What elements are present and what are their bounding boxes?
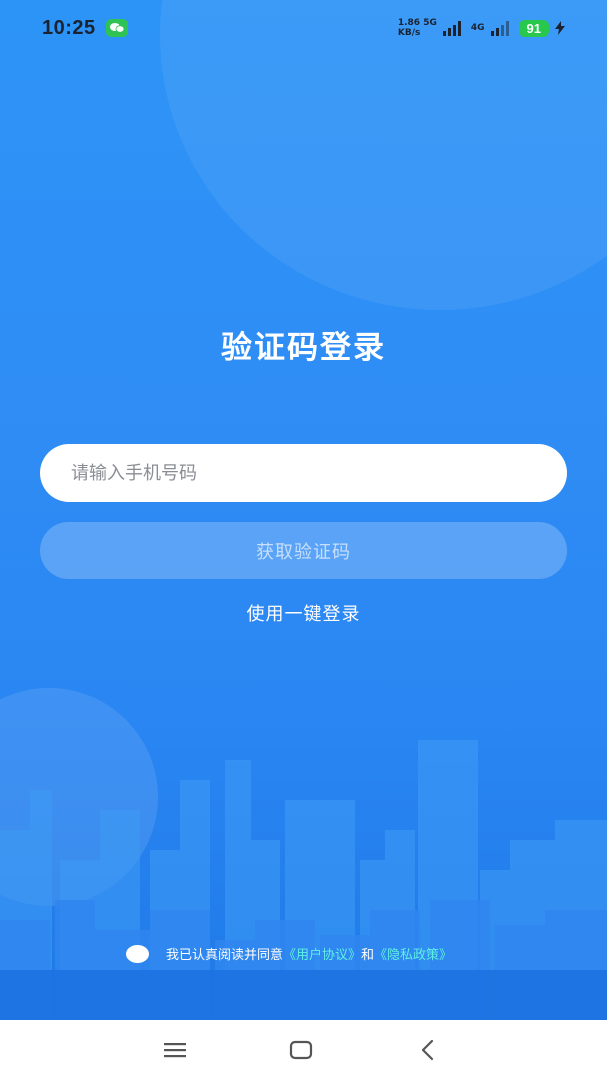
phone-number-input[interactable]	[40, 444, 567, 502]
page-title: 验证码登录	[221, 330, 386, 366]
network-speed-unit: KB/s	[397, 28, 421, 38]
back-icon[interactable]	[408, 1034, 448, 1066]
privacy-policy-link[interactable]: 《隐私政策》	[374, 944, 452, 963]
system-navigation-bar	[0, 1020, 607, 1080]
network-type-5g: 5G	[423, 18, 437, 28]
agreement-radio[interactable]	[126, 944, 149, 963]
user-agreement-link[interactable]: 《用户协议》	[283, 944, 361, 963]
status-bar: 10:25 1.86 5G KB/s 4G 91	[0, 0, 607, 56]
battery-indicator: 91	[518, 19, 549, 37]
signal-icon	[490, 21, 509, 36]
home-icon[interactable]	[281, 1034, 321, 1066]
login-screen: 10:25 1.86 5G KB/s 4G 91 验证码登录 请输入手机号码 获…	[0, 0, 607, 1020]
one-key-login-link[interactable]: 使用一键登录	[0, 600, 607, 626]
agreement-text: 我已认真阅读并同意	[166, 948, 284, 963]
clock: 10:25	[42, 16, 96, 39]
agreement-row: 我已认真阅读并同意 《用户协议》 和 《隐私政策》	[126, 944, 452, 963]
network-speed-value: 1.86	[397, 18, 421, 28]
city-skyline-illustration	[0, 740, 607, 1020]
signal-icon	[442, 21, 461, 36]
agreement-conjunction: 和	[361, 948, 375, 963]
get-verification-code-button[interactable]: 获取验证码	[40, 522, 567, 579]
charging-icon	[555, 21, 565, 35]
wechat-icon	[105, 19, 128, 37]
status-indicators: 1.86 5G KB/s 4G 91	[398, 18, 565, 38]
menu-icon[interactable]	[155, 1034, 195, 1066]
network-type-4g: 4G	[470, 23, 485, 33]
network-speed: 1.86 5G KB/s	[398, 18, 437, 38]
